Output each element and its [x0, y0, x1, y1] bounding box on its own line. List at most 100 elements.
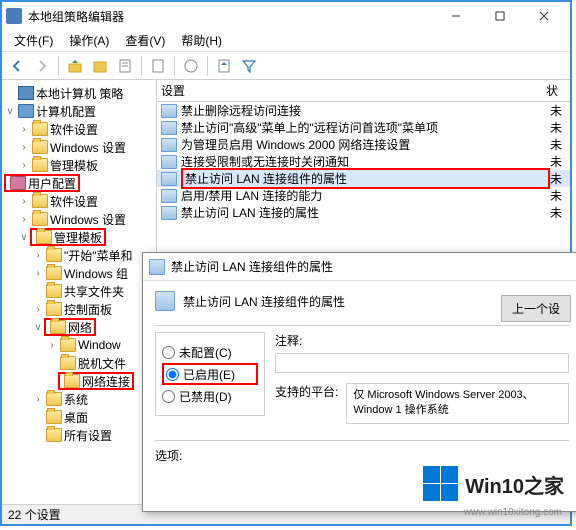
tree-control-panel[interactable]: 控制面板	[64, 301, 112, 318]
radio-disabled[interactable]: 已禁用(D)	[162, 385, 258, 407]
menu-view[interactable]: 查看(V)	[117, 30, 173, 51]
tree-root[interactable]: 本地计算机 策略	[36, 85, 123, 102]
folder-icon	[46, 266, 62, 280]
properties-button[interactable]	[114, 55, 136, 77]
watermark-text: Win10之家	[465, 470, 564, 499]
tree-offline[interactable]: 脱机文件	[78, 355, 126, 372]
back-button[interactable]	[6, 55, 28, 77]
folder-icon	[46, 410, 62, 424]
filter-button[interactable]	[238, 55, 260, 77]
dialog-heading: 禁止访问 LAN 连接组件的属性	[183, 293, 345, 310]
tree-software-settings[interactable]: 软件设置	[50, 121, 98, 138]
app-icon	[6, 8, 22, 24]
minimize-button[interactable]	[434, 2, 478, 30]
setting-state: 未	[550, 136, 570, 153]
folder-icon	[46, 248, 62, 262]
list-item[interactable]: 禁止删除远程访问连接未	[157, 102, 570, 119]
setting-icon	[161, 206, 177, 220]
root-icon	[18, 86, 34, 100]
folder-icon	[32, 212, 48, 226]
folder-icon	[46, 428, 62, 442]
tree-system[interactable]: 系统	[64, 391, 88, 408]
forward-button[interactable]	[31, 55, 53, 77]
refresh-button[interactable]	[147, 55, 169, 77]
folder-icon	[36, 230, 52, 244]
maximize-button[interactable]	[478, 2, 522, 30]
tree-network[interactable]: 网络	[68, 319, 92, 336]
window-title: 本地组策略编辑器	[28, 8, 434, 25]
comment-field[interactable]	[275, 353, 569, 373]
folder-icon	[60, 338, 76, 352]
computer-icon	[18, 104, 34, 118]
titlebar: 本地组策略编辑器	[2, 2, 570, 30]
policy-icon	[149, 259, 165, 275]
list-item[interactable]: 禁止访问"高级"菜单上的"远程访问首选项"菜单项未	[157, 119, 570, 136]
radio-not-configured[interactable]: 未配置(C)	[162, 341, 258, 363]
col-state[interactable]: 状	[546, 82, 570, 99]
setting-state: 未	[550, 204, 570, 221]
help-button[interactable]	[180, 55, 202, 77]
setting-state: 未	[550, 102, 570, 119]
setting-icon	[161, 104, 177, 118]
status-count: 22 个设置	[8, 506, 61, 523]
tree-software-settings2[interactable]: 软件设置	[50, 193, 98, 210]
menu-action[interactable]: 操作(A)	[61, 30, 117, 51]
tree-computer-config[interactable]: 计算机配置	[36, 103, 96, 120]
setting-state: 未	[550, 187, 570, 204]
folder-icon	[50, 320, 66, 334]
tree-windows-settings2[interactable]: Windows 设置	[50, 211, 126, 228]
dialog-title: 禁止访问 LAN 连接组件的属性	[171, 258, 333, 275]
list-item[interactable]: 为管理员启用 Windows 2000 网络连接设置未	[157, 136, 570, 153]
list-item[interactable]: 启用/禁用 LAN 连接的能力未	[157, 187, 570, 204]
tree-start-menu[interactable]: "开始"菜单和	[64, 247, 133, 264]
folder-icon	[46, 302, 62, 316]
watermark: Win10之家	[423, 466, 564, 502]
tree-desktop[interactable]: 桌面	[64, 409, 88, 426]
col-setting[interactable]: 设置	[161, 82, 546, 99]
tree-all-settings[interactable]: 所有设置	[64, 427, 112, 444]
folder-icon	[32, 140, 48, 154]
show-hide-button[interactable]	[89, 55, 111, 77]
setting-icon	[161, 189, 177, 203]
list-item[interactable]: 禁止访问 LAN 连接组件的属性未	[157, 170, 570, 187]
toolbar	[2, 52, 570, 80]
tree-window[interactable]: Window	[78, 338, 121, 352]
setting-name: 禁止访问 LAN 连接组件的属性	[181, 168, 550, 189]
user-icon	[10, 176, 26, 190]
setting-icon	[161, 138, 177, 152]
setting-icon	[161, 155, 177, 169]
previous-setting-button[interactable]: 上一个设	[501, 295, 571, 322]
folder-icon	[60, 356, 76, 370]
export-button[interactable]	[213, 55, 235, 77]
tree-admin-templates[interactable]: 管理模板	[50, 157, 98, 174]
folder-icon	[32, 158, 48, 172]
list-header: 设置 状	[157, 80, 570, 102]
setting-name: 禁止访问"高级"菜单上的"远程访问首选项"菜单项	[181, 119, 550, 136]
tree-panel: 本地计算机 策略 v计算机配置 ›软件设置 ›Windows 设置 ›管理模板 …	[2, 80, 157, 504]
up-button[interactable]	[64, 55, 86, 77]
setting-name: 为管理员启用 Windows 2000 网络连接设置	[181, 136, 550, 153]
setting-state: 未	[550, 153, 570, 170]
watermark-url: www.win10xitong.com	[464, 507, 562, 518]
tree-shared-folders[interactable]: 共享文件夹	[64, 283, 124, 300]
tree-network-connections[interactable]: 网络连接	[82, 373, 130, 390]
options-label: 选项:	[155, 449, 182, 463]
list-item[interactable]: 禁止访问 LAN 连接的属性未	[157, 204, 570, 221]
setting-icon	[161, 172, 177, 186]
policy-icon	[155, 291, 175, 311]
setting-state: 未	[550, 119, 570, 136]
close-button[interactable]	[522, 2, 566, 30]
menu-help[interactable]: 帮助(H)	[173, 30, 230, 51]
menu-file[interactable]: 文件(F)	[6, 30, 61, 51]
tree-admin-templates2[interactable]: 管理模板	[54, 229, 102, 246]
folder-icon	[64, 374, 80, 388]
tree-user-config[interactable]: 用户配置	[28, 175, 76, 192]
state-radio-group: 未配置(C) 已启用(E) 已禁用(D)	[155, 332, 265, 416]
tree-win-components[interactable]: Windows 组	[64, 265, 128, 282]
setting-state: 未	[550, 170, 570, 187]
tree-windows-settings[interactable]: Windows 设置	[50, 139, 126, 156]
platform-value: 仅 Microsoft Windows Server 2003、Window 1…	[346, 383, 569, 424]
radio-enabled[interactable]: 已启用(E)	[162, 363, 258, 385]
setting-name: 启用/禁用 LAN 连接的能力	[181, 187, 550, 204]
setting-icon	[161, 121, 177, 135]
